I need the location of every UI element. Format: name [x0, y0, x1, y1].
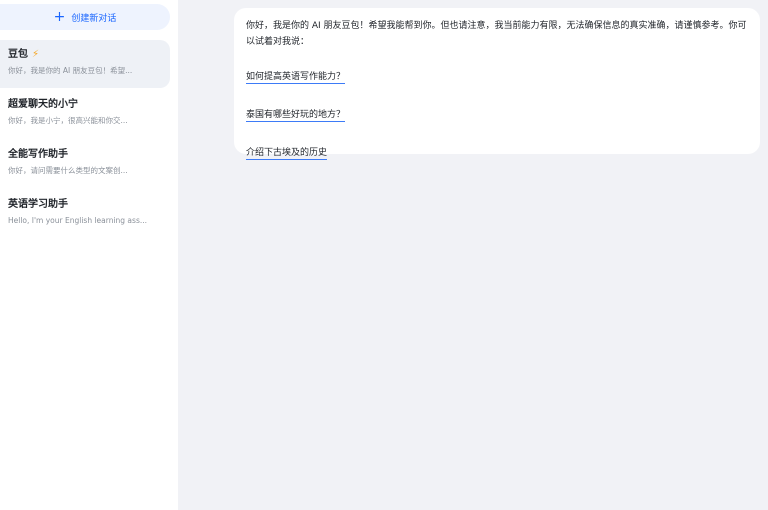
conversation-item-english-assistant[interactable]: 英语学习助手 Hello, I'm your English learning … — [0, 190, 170, 238]
conversation-title: 英语学习助手 — [8, 199, 68, 210]
conversation-title-row: 豆包 ⚡ — [8, 48, 162, 62]
chat-area: 你好，我是你的 AI 朋友豆包！希望我能帮到你。但也请注意，我当前能力有限，无法… — [178, 0, 768, 510]
suggestion-link[interactable]: 介绍下古埃及的历史 — [246, 147, 328, 160]
conversation-preview: 你好，我是小宁，很高兴能和你交... — [8, 116, 128, 125]
conversation-title: 全能写作助手 — [8, 149, 68, 160]
conversation-item-writing-assistant[interactable]: 全能写作助手 你好，请问需要什么类型的文案创... — [0, 140, 170, 188]
conversation-preview: Hello, I'm your English learning ass... — [8, 216, 147, 225]
conversation-title: 超爱聊天的小宁 — [8, 99, 78, 110]
conversation-item-xiaoning[interactable]: 超爱聊天的小宁 你好，我是小宁，很高兴能和你交... — [0, 90, 170, 138]
conversation-preview: 你好，请问需要什么类型的文案创... — [8, 166, 128, 175]
conversation-item-doubao[interactable]: 豆包 ⚡ 你好，我是你的 AI 朋友豆包！希望... — [0, 40, 170, 88]
conversation-preview: 你好，我是你的 AI 朋友豆包！希望... — [8, 66, 133, 75]
plus-icon: + — [53, 9, 66, 25]
assistant-message-bubble: 你好，我是你的 AI 朋友豆包！希望我能帮到你。但也请注意，我当前能力有限，无法… — [234, 8, 760, 160]
conversation-list: 豆包 ⚡ 你好，我是你的 AI 朋友豆包！希望... 超爱聊天的小宁 你好，我是小… — [0, 40, 170, 240]
conversation-title: 豆包 — [8, 49, 28, 60]
sidebar: + 创建新对话 豆包 ⚡ 你好，我是你的 AI 朋友豆包！希望... 超爱聊天的小… — [0, 0, 178, 510]
suggestion-link[interactable]: 泰国有哪些好玩的地方？ — [246, 109, 346, 122]
lightning-icon: ⚡ — [32, 49, 40, 60]
suggestion-link[interactable]: 如何提高英语写作能力？ — [246, 71, 346, 84]
new-chat-label: 创建新对话 — [71, 13, 117, 24]
greeting-text: 你好，我是你的 AI 朋友豆包！希望我能帮到你。但也请注意，我当前能力有限，无法… — [246, 21, 747, 47]
new-chat-button[interactable]: + 创建新对话 — [0, 4, 170, 30]
